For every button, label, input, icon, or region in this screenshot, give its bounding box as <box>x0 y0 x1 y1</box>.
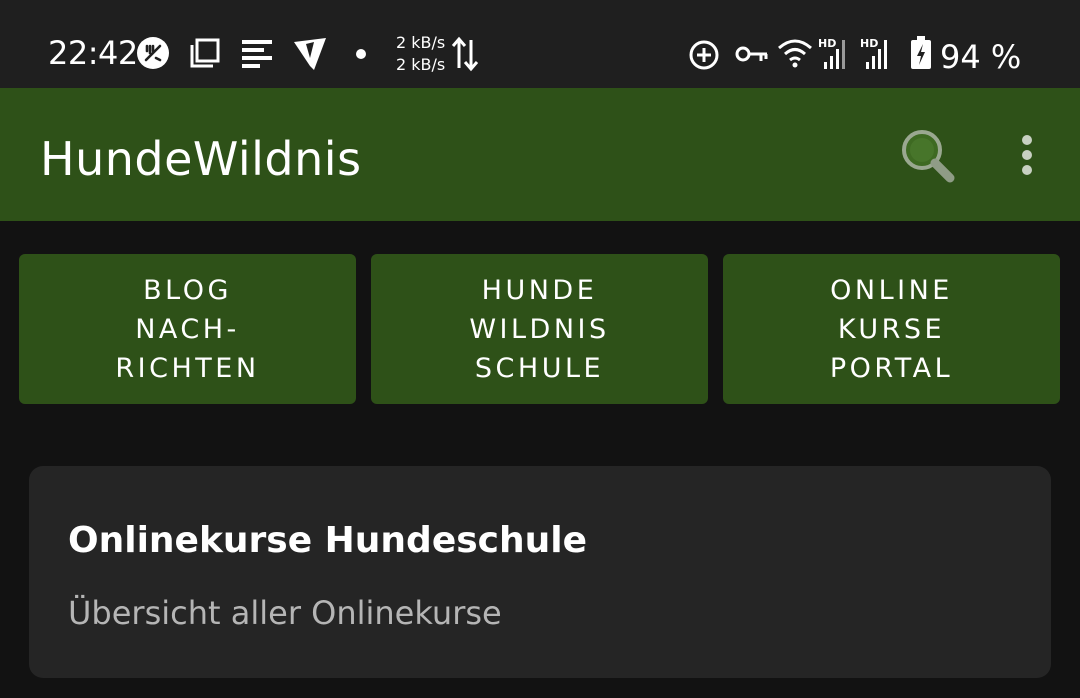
key-icon <box>735 46 768 62</box>
network-speed: 2 kB/s 2 kB/s <box>396 32 445 76</box>
vpn-shield-icon <box>294 38 326 70</box>
fork-knife-icon <box>137 37 169 69</box>
status-time: 22:42 <box>48 34 138 72</box>
search-icon <box>902 130 955 183</box>
battery-charging-icon <box>911 36 931 69</box>
blog-news-button[interactable]: BLOG NACH- RICHTEN <box>19 254 356 404</box>
copy-icon <box>190 38 220 68</box>
notes-icon <box>242 40 272 68</box>
battery-percent: 94 % <box>940 38 1022 76</box>
signal-hd-icon: HD <box>860 37 887 69</box>
dog-wilderness-school-label: HUNDE WILDNIS SCHULE <box>469 274 610 384</box>
add-circle-icon <box>689 40 719 70</box>
dog-wilderness-school-button[interactable]: HUNDE WILDNIS SCHULE <box>371 254 708 404</box>
net-down-text: 2 kB/s <box>396 55 446 74</box>
blog-news-label: BLOG NACH- RICHTEN <box>115 274 260 384</box>
online-courses-portal-button[interactable]: ONLINE KURSE PORTAL <box>723 254 1060 404</box>
svg-text:HD: HD <box>818 37 836 50</box>
online-courses-card[interactable]: Onlinekurse Hundeschule Übersicht aller … <box>29 466 1051 678</box>
signal-hd-icon: HD <box>818 37 845 69</box>
svg-text:HD: HD <box>860 37 878 50</box>
net-up-text: 2 kB/s <box>396 33 446 52</box>
card-title: Onlinekurse Hundeschule <box>68 520 588 561</box>
status-bar: 22:42 2 kB/s 2 kB/s HD HD 94 % <box>0 0 1080 88</box>
wifi-icon <box>778 39 812 68</box>
more-vert-icon <box>1022 135 1032 175</box>
online-courses-portal-label: ONLINE KURSE PORTAL <box>829 274 954 384</box>
app-title: HundeWildnis <box>40 132 362 186</box>
overflow-menu-button[interactable] <box>1006 128 1048 182</box>
search-button[interactable] <box>892 126 962 186</box>
data-arrows-icon <box>451 36 479 72</box>
dot-icon <box>356 49 366 59</box>
card-subtitle: Übersicht aller Onlinekurse <box>68 594 502 632</box>
app-bar: HundeWildnis <box>0 88 1080 221</box>
